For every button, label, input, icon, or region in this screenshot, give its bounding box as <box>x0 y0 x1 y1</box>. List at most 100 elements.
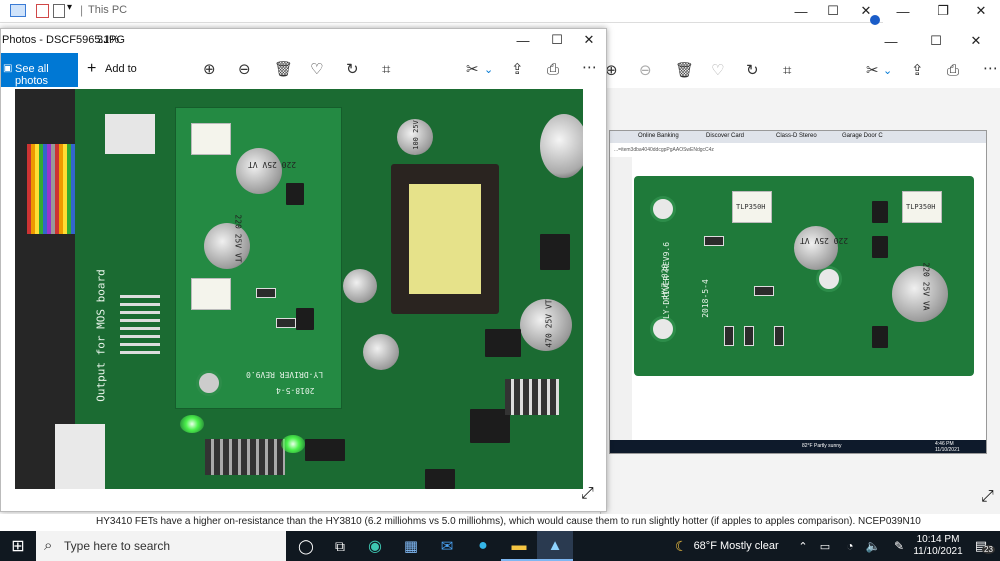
led-indicator <box>281 435 305 453</box>
capacitor <box>343 269 377 303</box>
zoom-out-icon[interactable]: ⊖ <box>639 63 652 79</box>
message-text: HY3410 FETs have a higher on-resistance … <box>96 516 921 527</box>
resistor-array <box>205 439 285 475</box>
connector <box>105 114 155 154</box>
capacitor-label: 220 25V VT <box>233 214 243 263</box>
weather-widget[interactable]: ☾ 68°F Mostly clear <box>675 531 795 561</box>
transistor <box>872 201 888 223</box>
left-panel <box>610 157 632 440</box>
fullscreen-icon[interactable]: ⤢ <box>581 485 594 503</box>
delete-icon[interactable]: 🗑 <box>675 63 694 79</box>
restore-button[interactable]: ❐ <box>924 0 962 22</box>
page-icon[interactable] <box>53 4 65 18</box>
ic-chip <box>305 439 345 461</box>
close-button[interactable]: ✕ <box>567 29 611 51</box>
zoom-out-icon[interactable]: ⊖ <box>238 62 251 78</box>
search-box[interactable]: ⌕ Type here to search <box>36 531 286 561</box>
opto-label: TLP350H <box>906 203 936 211</box>
task-view-icon[interactable]: ⧉ <box>323 531 357 561</box>
print-icon[interactable]: ⎙ <box>547 62 559 78</box>
bg-toolbar: ⊕ ⊖ 🗑 ♡ ↻ ⌗ ✂ ⌄ ⇪ ⎙ ⋯ <box>601 54 1000 88</box>
start-button[interactable]: ⊞ <box>0 531 36 561</box>
photos-icon: ▣ <box>3 63 13 74</box>
capacitor <box>204 223 250 269</box>
browser-tab: Discover Card <box>706 133 745 139</box>
print-icon[interactable]: ⎙ <box>947 63 959 79</box>
rotate-icon[interactable]: ↻ <box>746 63 759 79</box>
maximize-button[interactable]: ☐ <box>916 30 956 52</box>
clock[interactable]: 10:14 PM 11/10/2021 <box>912 531 964 561</box>
chevron-up-icon[interactable]: ⌃ <box>795 531 811 561</box>
dropdown-icon[interactable]: ▾ <box>67 2 72 13</box>
ic-chip <box>470 409 510 443</box>
weather-text: 68°F Mostly clear <box>693 540 779 552</box>
add-to-button[interactable]: + Add to <box>87 58 147 82</box>
minimize-button[interactable]: — <box>871 30 911 52</box>
browser-tab: Garage Door C <box>842 133 883 139</box>
see-all-photos-button[interactable]: ▣ See all photos <box>1 53 78 87</box>
search-icon: ⌕ <box>44 537 53 554</box>
ic-chip <box>485 329 521 357</box>
transistor <box>296 308 314 330</box>
separator: | <box>80 3 84 17</box>
fullscreen-icon[interactable]: ⤢ <box>981 488 994 506</box>
connector <box>55 424 105 489</box>
edit-icon[interactable]: ✂ <box>466 62 479 78</box>
message-strip: HY3410 FETs have a higher on-resistance … <box>0 514 1000 531</box>
close-button[interactable]: ✕ <box>962 0 1000 22</box>
pad-array <box>120 294 160 354</box>
browser-tab: Online Banking <box>638 133 679 139</box>
window-title: This PC <box>88 4 128 16</box>
capacitor <box>236 148 282 194</box>
share-icon[interactable]: ⇪ <box>511 62 524 78</box>
resistor <box>744 326 754 346</box>
edit-icon[interactable]: ✂ <box>866 63 879 79</box>
rotate-icon[interactable]: ↻ <box>346 62 359 78</box>
ic-chip <box>425 469 455 489</box>
store-icon[interactable]: ▦ <box>393 531 429 561</box>
more-icon[interactable]: ⋯ <box>582 60 597 76</box>
more-icon[interactable]: ⋯ <box>983 61 998 77</box>
resistor <box>754 286 774 296</box>
close-button[interactable]: ✕ <box>843 0 889 22</box>
driver-daughterboard: 220 25V VT 220 25V VT LY-DRIVER REV9.0 2… <box>175 107 342 409</box>
file-explorer-icon[interactable]: ▬ <box>501 531 537 561</box>
edge-icon[interactable]: ◉ <box>357 531 393 561</box>
capacitor <box>892 266 948 322</box>
pen-icon[interactable]: ✎ <box>888 531 910 561</box>
wifi-icon[interactable]: ◔ <box>840 531 860 561</box>
crop-icon[interactable]: ⌗ <box>382 62 390 78</box>
mail-icon[interactable]: ✉ <box>429 531 465 561</box>
favorite-icon[interactable]: ♡ <box>711 63 724 79</box>
moon-icon: ☾ <box>675 537 688 554</box>
screw <box>196 370 222 396</box>
board-date-label: 2018-5-4 <box>276 386 315 395</box>
photos-app-icon[interactable]: ▲ <box>537 531 573 561</box>
chevron-down-icon[interactable]: ⌄ <box>883 63 892 79</box>
delete-icon[interactable]: 🗑 <box>274 62 293 78</box>
minimize-button[interactable]: — <box>884 0 922 22</box>
notifications-button[interactable]: ▤ 23 <box>966 531 996 561</box>
background-photos-window: — ☐ ✕ ⊕ ⊖ 🗑 ♡ ↻ ⌗ ✂ ⌄ ⇪ ⎙ ⋯ Online Banki… <box>600 30 1000 516</box>
transformer-winding <box>409 184 481 294</box>
badge-icon <box>870 15 880 25</box>
explorer-titlebar: ▾ | This PC — ☐ ✕ <box>0 0 883 25</box>
cortana-icon[interactable]: ◯ <box>289 531 323 561</box>
capacitor-label: 220 25V VT <box>800 236 849 245</box>
crop-icon[interactable]: ⌗ <box>783 63 791 79</box>
chevron-down-icon[interactable]: ⌄ <box>484 62 493 78</box>
inner-taskbar: 82°F Partly sunny 4:46 PM 11/10/2021 <box>610 440 986 453</box>
battery-icon[interactable]: ▭ <box>815 531 835 561</box>
volume-icon[interactable]: 🔈 <box>862 531 884 561</box>
resistor <box>704 236 724 246</box>
browser-icon[interactable]: ● <box>465 531 501 561</box>
favorite-icon[interactable]: ♡ <box>310 62 323 78</box>
zoom-in-icon[interactable]: ⊕ <box>203 62 216 78</box>
transistor <box>872 326 888 348</box>
share-icon[interactable]: ⇪ <box>911 63 924 79</box>
url-text: ...=item3dba4040ddcgpPgAAOSwENdgcC4z <box>614 147 714 153</box>
close-button[interactable]: ✕ <box>956 30 996 52</box>
mount-hole <box>816 266 842 292</box>
checkbox-icon[interactable] <box>36 4 49 18</box>
taskbar: ⊞ ⌕ Type here to search ◯ ⧉ ◉ ▦ ✉ ● ▬ ▲ … <box>0 531 1000 561</box>
